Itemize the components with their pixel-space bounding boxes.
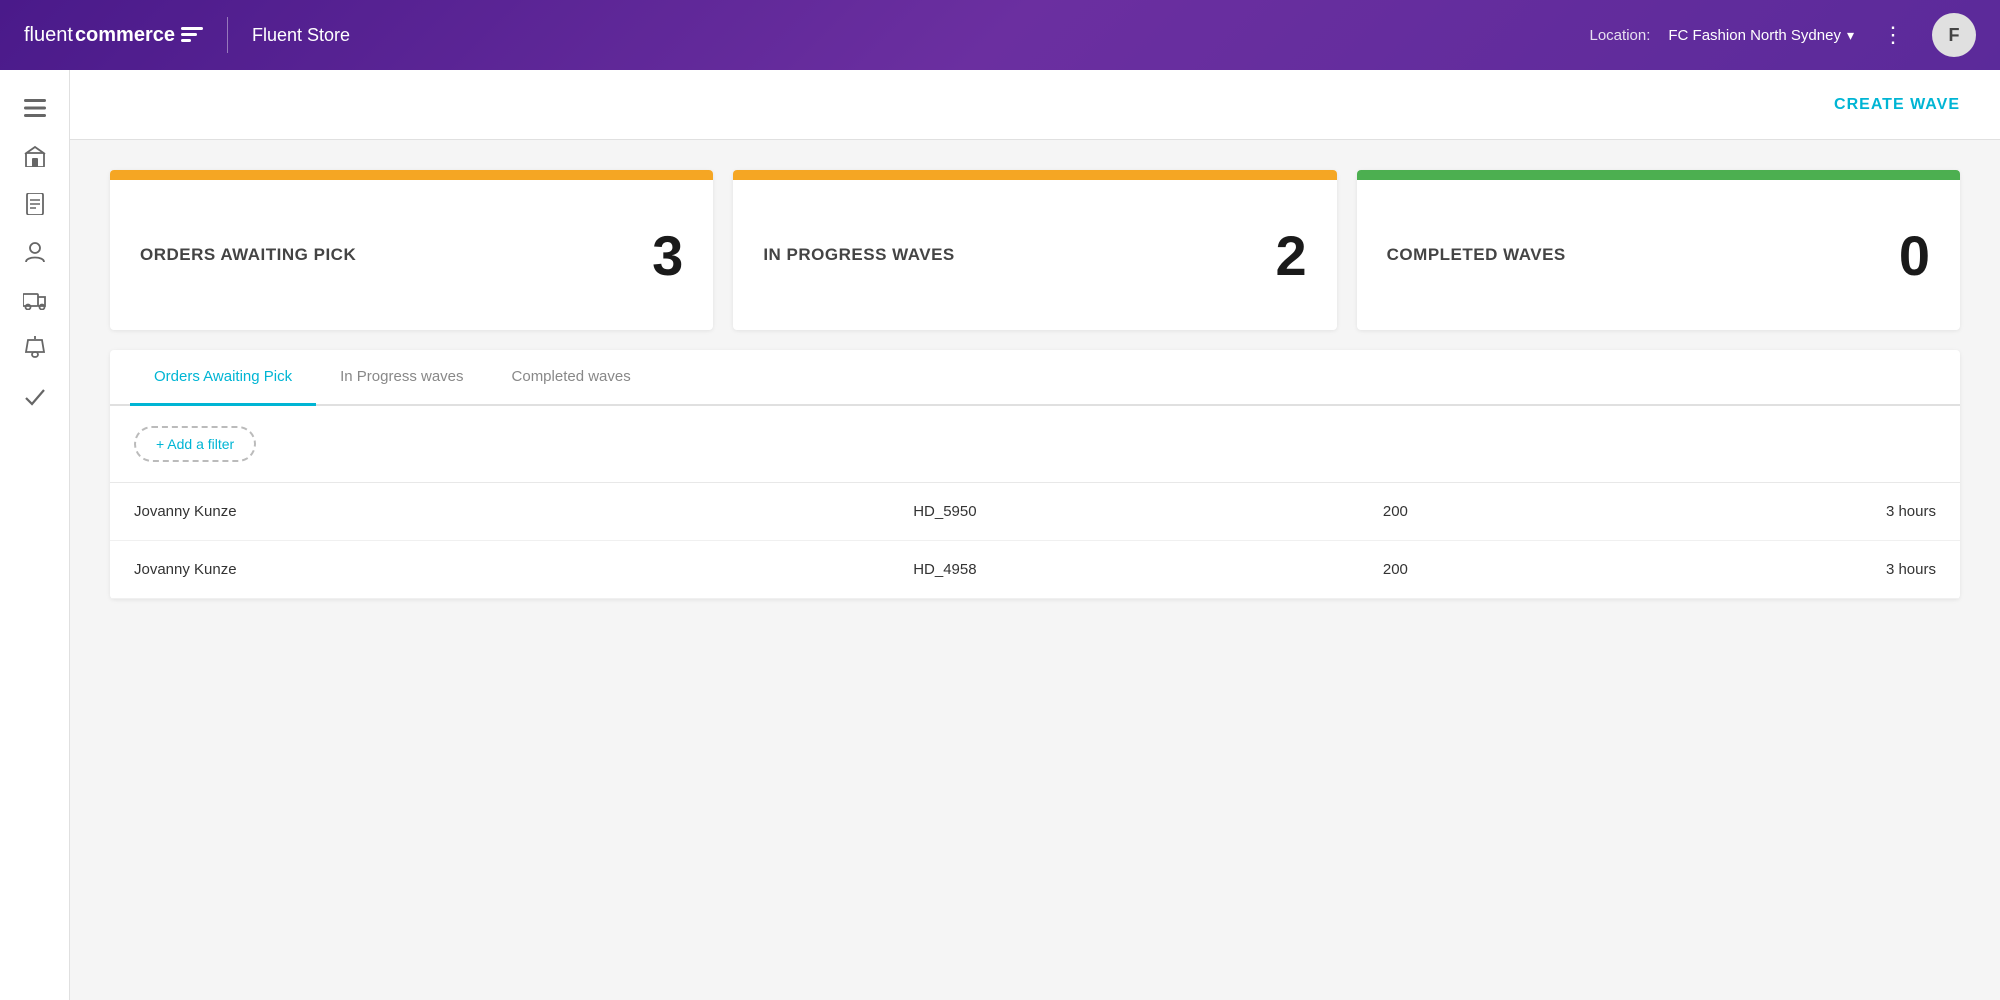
row-num-2: 200 [1215, 561, 1575, 578]
user-avatar[interactable]: F [1932, 13, 1976, 57]
location-selector[interactable]: Location: FC Fashion North Sydney ▾ [1590, 27, 1855, 44]
table-area: Jovanny Kunze HD_5950 200 3 hours Jovann… [110, 483, 1960, 599]
row-name-2: Jovanny Kunze [134, 561, 675, 578]
header-right: Location: FC Fashion North Sydney ▾ ⋮ F [1590, 13, 1977, 57]
stat-label-in-progress: IN PROGRESS WAVES [763, 245, 954, 265]
sidebar-item-alerts[interactable] [13, 326, 57, 370]
row-name-1: Jovanny Kunze [134, 503, 675, 520]
app-body: CREATE WAVE ORDERS AWAITING PICK 3 IN PR… [0, 70, 2000, 1000]
stat-card-body-2: IN PROGRESS WAVES 2 [733, 180, 1336, 330]
sidebar [0, 70, 70, 1000]
sidebar-item-users[interactable] [13, 230, 57, 274]
tab-completed-waves[interactable]: Completed waves [488, 350, 655, 406]
filter-bar: + Add a filter [110, 406, 1960, 483]
sidebar-item-dispatch[interactable] [13, 278, 57, 322]
stat-value-completed: 0 [1899, 223, 1930, 288]
tab-orders-awaiting-pick[interactable]: Orders Awaiting Pick [130, 350, 316, 406]
more-options-icon[interactable]: ⋮ [1874, 18, 1912, 52]
add-filter-button[interactable]: + Add a filter [134, 426, 256, 462]
app-logo: fluent commerce [24, 24, 203, 47]
row-code-2: HD_4958 [675, 561, 1216, 578]
stat-value-in-progress: 2 [1276, 223, 1307, 288]
store-name: Fluent Store [252, 25, 350, 46]
stat-card-completed[interactable]: COMPLETED WAVES 0 [1357, 170, 1960, 330]
stat-card-in-progress[interactable]: IN PROGRESS WAVES 2 [733, 170, 1336, 330]
stat-card-body-1: ORDERS AWAITING PICK 3 [110, 180, 713, 330]
row-time-2: 3 hours [1576, 561, 1936, 578]
stat-value-orders-awaiting: 3 [652, 223, 683, 288]
tabs-header: Orders Awaiting Pick In Progress waves C… [110, 350, 1960, 406]
stat-card-bar-orange-2 [733, 170, 1336, 180]
logo-fluent-text: fluent [24, 24, 73, 47]
stat-label-completed: COMPLETED WAVES [1387, 245, 1566, 265]
main-content: CREATE WAVE ORDERS AWAITING PICK 3 IN PR… [70, 70, 2000, 1000]
stats-section: ORDERS AWAITING PICK 3 IN PROGRESS WAVES… [70, 140, 2000, 350]
stat-label-orders-awaiting: ORDERS AWAITING PICK [140, 245, 356, 265]
table-row: Jovanny Kunze HD_5950 200 3 hours [110, 483, 1960, 541]
location-value-text: FC Fashion North Sydney [1668, 27, 1841, 44]
row-num-1: 200 [1215, 503, 1575, 520]
sidebar-item-store[interactable] [13, 134, 57, 178]
header-divider [227, 17, 228, 53]
location-label-text: Location: [1590, 27, 1651, 44]
stat-card-orders-awaiting[interactable]: ORDERS AWAITING PICK 3 [110, 170, 713, 330]
tab-in-progress-waves[interactable]: In Progress waves [316, 350, 487, 406]
avatar-letter: F [1949, 25, 1960, 46]
row-time-1: 3 hours [1576, 503, 1936, 520]
top-bar: CREATE WAVE [70, 70, 2000, 140]
tabs-section: Orders Awaiting Pick In Progress waves C… [110, 350, 1960, 599]
app-header: fluent commerce Fluent Store Location: F… [0, 0, 2000, 70]
chevron-down-icon: ▾ [1847, 27, 1854, 44]
sidebar-item-menu[interactable] [13, 86, 57, 130]
sidebar-item-verify[interactable] [13, 374, 57, 418]
logo-bars-icon [181, 27, 203, 43]
stat-card-bar-orange-1 [110, 170, 713, 180]
sidebar-item-orders[interactable] [13, 182, 57, 226]
stat-card-bar-green [1357, 170, 1960, 180]
create-wave-button[interactable]: CREATE WAVE [1834, 96, 1960, 114]
logo-commerce-text: commerce [75, 24, 175, 47]
stat-card-body-3: COMPLETED WAVES 0 [1357, 180, 1960, 330]
table-row: Jovanny Kunze HD_4958 200 3 hours [110, 541, 1960, 599]
row-code-1: HD_5950 [675, 503, 1216, 520]
